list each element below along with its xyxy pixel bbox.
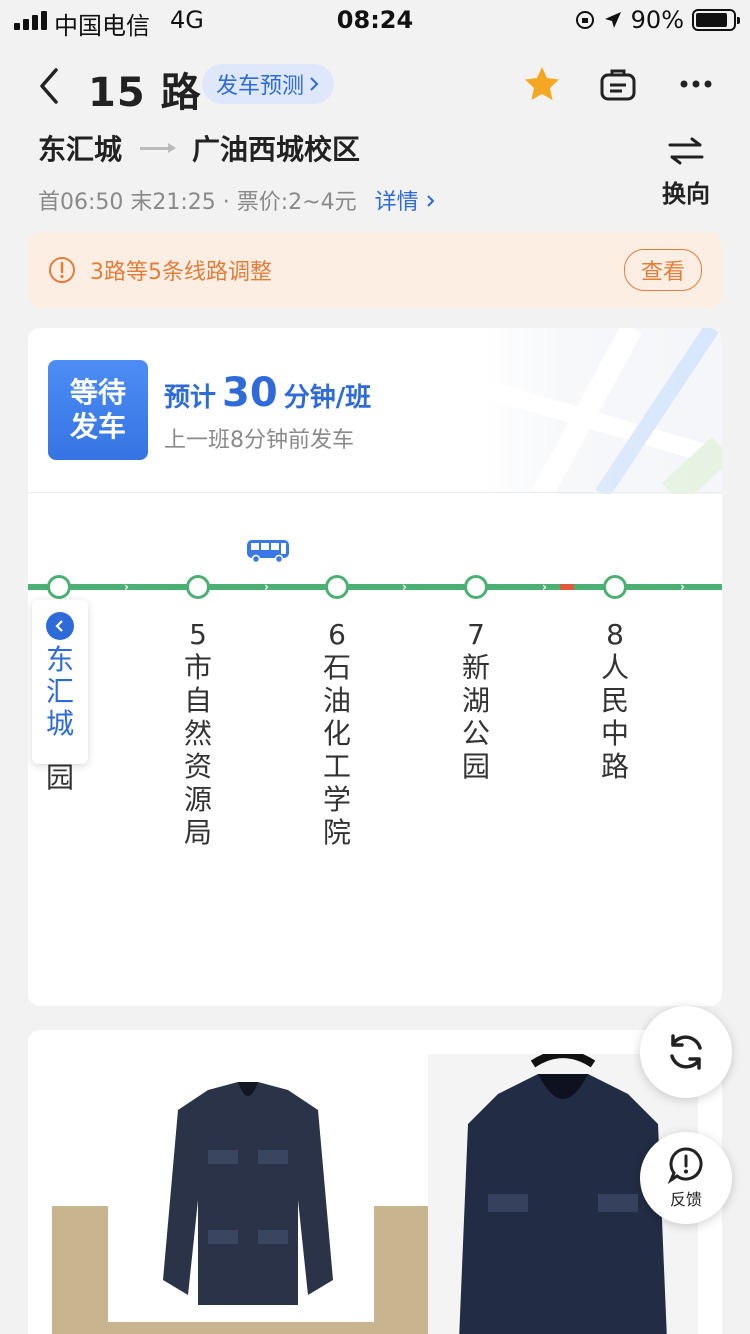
start-station-char: 东	[45, 643, 74, 676]
direction-chevron: ›	[542, 580, 547, 594]
predict-button[interactable]: 发车预测	[202, 64, 335, 104]
status-bar: 中国电信 4G 08:24 90%	[0, 0, 750, 40]
waiting-badge: 等待 发车	[48, 360, 148, 460]
from-station: 东汇城	[38, 133, 123, 166]
stop-name-char: 院	[322, 816, 351, 849]
detail-label: 详情	[374, 190, 419, 215]
bus-status-card: 等待 发车 预计 30 分钟/班 上一班8分钟前发车 › › › › › 园 5…	[28, 328, 722, 1006]
ad-decor	[108, 1322, 374, 1334]
waiting-line2: 发车	[69, 410, 126, 443]
waiting-line1: 等待	[69, 376, 126, 409]
start-station-tag[interactable]: 东 汇 城	[32, 600, 88, 764]
stop-dot[interactable]	[325, 575, 349, 599]
schedule-row: 首06:50 末21:25 · 票价:2~4元 详情	[38, 184, 638, 216]
stop-8[interactable]: 8 人 民 中 路	[595, 618, 635, 783]
stop-6[interactable]: 6 石 油 化 工 学 院	[317, 618, 357, 849]
stop-number: 5	[189, 618, 207, 651]
stop-name-char: 化	[322, 717, 351, 750]
star-icon[interactable]	[522, 64, 562, 104]
battery-icon	[692, 9, 740, 31]
stop-dot[interactable]	[464, 575, 488, 599]
feedback-icon	[667, 1147, 703, 1184]
direction-arrow-icon	[140, 142, 177, 153]
stop-dot[interactable]	[603, 575, 627, 599]
alert-icon	[49, 257, 75, 283]
stop-name-char: 工	[322, 750, 351, 783]
stop-name-char: 学	[322, 783, 351, 816]
direction-chevron: ›	[402, 580, 407, 594]
eta-value: 30	[222, 370, 278, 416]
eta-prefix: 预计	[164, 383, 217, 413]
eta-suffix: 分钟/班	[283, 383, 372, 413]
stop-name-char: 市	[183, 651, 212, 684]
stop-name-char: 油	[322, 684, 351, 717]
notice-text: 3路等5条线路调整	[90, 260, 272, 285]
header: 15 路 发车预测	[0, 56, 750, 116]
stop-name-char: 新	[461, 651, 490, 684]
stop-dot[interactable]	[186, 575, 210, 599]
stop-name-char: 公	[461, 717, 490, 750]
stop-name-char: 园	[461, 750, 490, 783]
stop-name-char: 路	[600, 750, 629, 783]
refresh-button[interactable]	[640, 1006, 732, 1098]
notice-banner[interactable]: 3路等5条线路调整 查看	[28, 232, 722, 308]
to-station: 广油西城校区	[192, 133, 361, 166]
direction-chevron: ›	[124, 580, 129, 594]
map-thumbnail[interactable]	[482, 328, 722, 494]
eta-main: 预计 30 分钟/班	[164, 370, 371, 416]
direction-chevron: ›	[264, 580, 269, 594]
page-title: 15 路	[88, 70, 202, 116]
switch-direction-label: 换向	[662, 180, 710, 208]
stop-number: 8	[606, 618, 624, 651]
swap-icon	[668, 137, 704, 165]
stop-name-char: 石	[322, 651, 351, 684]
congestion-segment	[560, 584, 574, 590]
stop-name-char: 中	[600, 717, 629, 750]
schedule-text: 首06:50 末21:25 · 票价:2~4元	[38, 190, 357, 215]
more-icon[interactable]	[676, 64, 716, 104]
location-arrow-icon	[604, 12, 621, 28]
stop-dot[interactable]	[47, 575, 71, 599]
stop-7[interactable]: 7 新 湖 公 园	[456, 618, 496, 783]
stop-name-char: 资	[183, 750, 212, 783]
detail-link[interactable]: 详情	[375, 184, 436, 216]
last-departure: 上一班8分钟前发车	[164, 428, 354, 453]
start-station-char: 汇	[45, 675, 74, 708]
eta-block: 预计 30 分钟/班 上一班8分钟前发车	[164, 370, 371, 454]
ad-banner[interactable]	[28, 1030, 722, 1334]
ad-decor	[374, 1206, 430, 1334]
status-right: 90%	[575, 6, 740, 34]
divider	[28, 492, 722, 493]
stop-name-char: 人	[600, 651, 629, 684]
start-station-char: 城	[45, 707, 74, 740]
bus-icon	[247, 540, 289, 564]
stop-name-char: 局	[183, 816, 212, 849]
jacket-image	[163, 1082, 333, 1305]
battery-percent: 90%	[630, 6, 684, 34]
stop-name-char: 民	[600, 684, 629, 717]
feedback-label: 反馈	[669, 1190, 702, 1209]
stop-name-char: 自	[183, 684, 212, 717]
route-direction: 东汇城 广油西城校区	[38, 128, 638, 168]
chevron-left-icon	[46, 612, 74, 640]
route-info: 东汇城 广油西城校区 首06:50 末21:25 · 票价:2~4元 详情	[38, 128, 638, 216]
feedback-button[interactable]: 反馈	[640, 1132, 732, 1224]
switch-direction-button[interactable]: 换向	[656, 136, 716, 209]
predict-label: 发车预测	[216, 74, 305, 99]
view-button[interactable]: 查看	[623, 249, 702, 291]
stop-5[interactable]: 5 市 自 然 资 源 局	[178, 618, 218, 849]
stop-name-char: 源	[183, 783, 212, 816]
chevron-right-icon	[310, 77, 319, 91]
ad-decor	[52, 1206, 108, 1334]
rotation-lock-icon	[575, 11, 594, 29]
chevron-right-icon	[426, 195, 435, 207]
refresh-icon	[670, 1034, 702, 1070]
stop-name-char: 然	[183, 717, 212, 750]
stop-name-char: 湖	[461, 684, 490, 717]
back-icon[interactable]	[30, 62, 70, 110]
direction-chevron: ›	[680, 580, 685, 594]
stop-number: 7	[467, 618, 485, 651]
briefcase-icon[interactable]	[598, 64, 638, 104]
stop-number: 6	[328, 618, 346, 651]
